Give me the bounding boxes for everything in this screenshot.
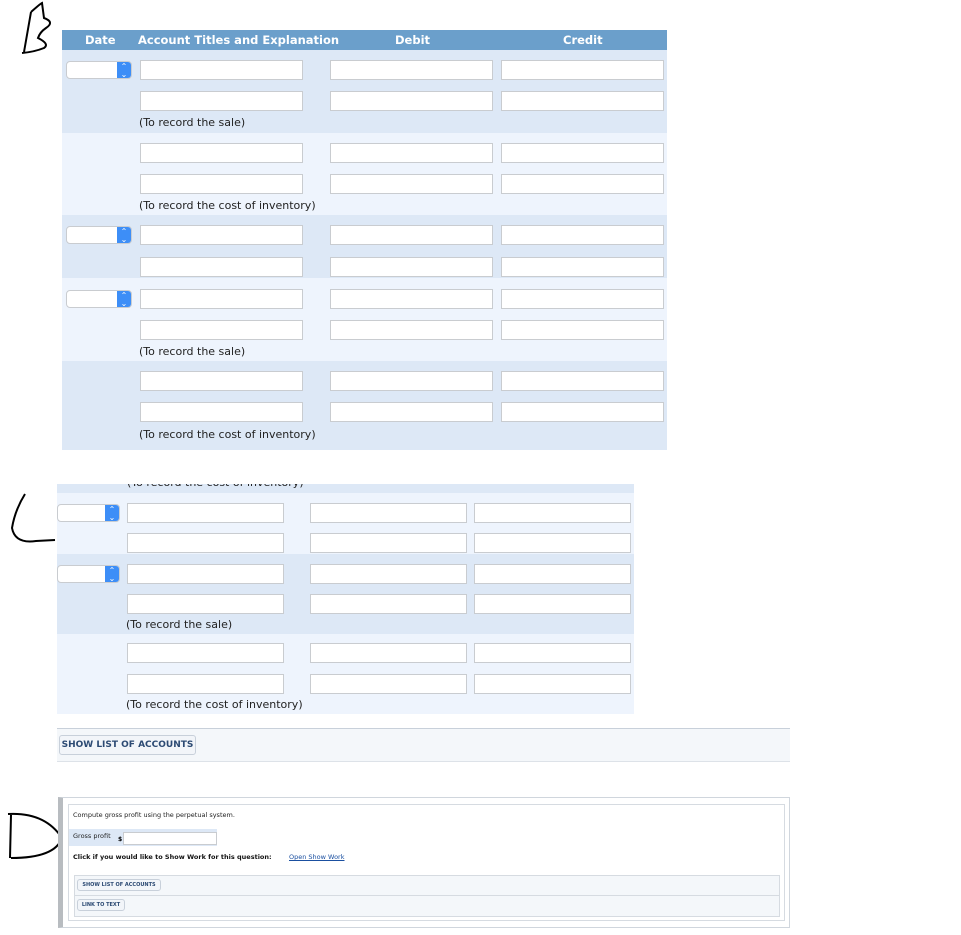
open-show-work-link[interactable]: Open Show Work (289, 853, 345, 861)
credit-input[interactable] (501, 60, 664, 80)
debit-input[interactable] (310, 533, 467, 553)
credit-input[interactable] (501, 143, 664, 163)
debit-input[interactable] (330, 60, 493, 80)
entry-note: (To record the cost of inventory) (139, 428, 316, 441)
show-work-prompt: Click if you would like to Show Work for… (73, 853, 272, 861)
entry-group: (To record the cost of inventory) (57, 484, 634, 493)
account-input[interactable] (140, 320, 303, 340)
journal-table-header: Date Account Titles and Explanation Debi… (62, 30, 667, 50)
select-arrows-icon: ⌃ ⌄ (117, 62, 131, 78)
handwritten-b (21, 1, 51, 54)
handwritten-d (7, 812, 64, 859)
question-prompt: Compute gross profit using the perpetual… (73, 811, 235, 819)
question-body: Compute gross profit using the perpetual… (68, 804, 785, 921)
credit-input[interactable] (474, 533, 631, 553)
credit-input[interactable] (501, 257, 664, 277)
account-input[interactable] (140, 289, 303, 309)
account-input[interactable] (140, 371, 303, 391)
credit-input[interactable] (501, 289, 664, 309)
gross-profit-input[interactable] (123, 832, 217, 845)
gross-profit-row: Gross profit $ (69, 829, 217, 846)
account-input[interactable] (140, 60, 303, 80)
account-input[interactable] (140, 257, 303, 277)
entry-note: (To record the cost of inventory) (127, 484, 304, 489)
account-input[interactable] (140, 143, 303, 163)
debit-input[interactable] (330, 402, 493, 422)
credit-input[interactable] (501, 371, 664, 391)
date-select[interactable]: ⌃ ⌄ (57, 565, 120, 583)
credit-input[interactable] (501, 402, 664, 422)
select-arrows-icon: ⌃ ⌄ (105, 566, 119, 582)
debit-input[interactable] (330, 289, 493, 309)
entry-note: (To record the sale) (139, 116, 246, 129)
date-select[interactable]: ⌃ ⌄ (66, 61, 132, 79)
debit-input[interactable] (330, 143, 493, 163)
debit-input[interactable] (310, 564, 467, 584)
question-panel: Compute gross profit using the perpetual… (58, 797, 790, 928)
date-select[interactable]: ⌃ ⌄ (66, 226, 132, 244)
credit-input[interactable] (474, 643, 631, 663)
debit-input[interactable] (330, 91, 493, 111)
account-input[interactable] (140, 402, 303, 422)
debit-input[interactable] (310, 643, 467, 663)
debit-input[interactable] (330, 320, 493, 340)
select-arrows-icon: ⌃ ⌄ (105, 505, 119, 521)
credit-input[interactable] (501, 91, 664, 111)
credit-input[interactable] (501, 225, 664, 245)
debit-input[interactable] (310, 503, 467, 523)
account-input[interactable] (127, 674, 284, 694)
credit-input[interactable] (474, 674, 631, 694)
handwritten-c (10, 493, 56, 543)
entry-note: (To record the sale) (139, 345, 246, 358)
show-list-of-accounts-button[interactable]: SHOW LIST OF ACCOUNTS (77, 879, 161, 891)
account-input[interactable] (140, 91, 303, 111)
debit-input[interactable] (310, 594, 467, 614)
gross-profit-label: Gross profit (73, 832, 111, 840)
link-to-text-button[interactable]: LINK TO TEXT (77, 899, 125, 911)
account-input[interactable] (140, 174, 303, 194)
header-date: Date (85, 33, 116, 47)
account-input[interactable] (127, 564, 284, 584)
credit-input[interactable] (474, 564, 631, 584)
entry-note: (To record the sale) (126, 618, 233, 631)
account-input[interactable] (127, 594, 284, 614)
entry-note: (To record the cost of inventory) (126, 698, 303, 711)
credit-input[interactable] (474, 594, 631, 614)
show-list-of-accounts-button[interactable]: SHOW LIST OF ACCOUNTS (59, 735, 196, 755)
entry-note: (To record the cost of inventory) (139, 199, 316, 212)
resources-panel: SHOW LIST OF ACCOUNTS LINK TO TEXT (74, 875, 780, 917)
debit-input[interactable] (330, 225, 493, 245)
account-input[interactable] (127, 643, 284, 663)
header-debit: Debit (395, 33, 431, 47)
debit-input[interactable] (330, 257, 493, 277)
debit-input[interactable] (330, 174, 493, 194)
header-credit: Credit (563, 33, 603, 47)
currency-symbol: $ (118, 836, 123, 843)
debit-input[interactable] (310, 674, 467, 694)
select-arrows-icon: ⌃ ⌄ (117, 227, 131, 243)
credit-input[interactable] (501, 174, 664, 194)
credit-input[interactable] (501, 320, 664, 340)
debit-input[interactable] (330, 371, 493, 391)
account-input[interactable] (127, 533, 284, 553)
date-select[interactable]: ⌃ ⌄ (57, 504, 120, 522)
header-account: Account Titles and Explanation (138, 33, 340, 47)
accounts-toolbar: SHOW LIST OF ACCOUNTS (57, 728, 790, 762)
account-input[interactable] (127, 503, 284, 523)
select-arrows-icon: ⌃ ⌄ (117, 291, 131, 307)
credit-input[interactable] (474, 503, 631, 523)
divider (75, 895, 779, 896)
account-input[interactable] (140, 225, 303, 245)
date-select[interactable]: ⌃ ⌄ (66, 290, 132, 308)
